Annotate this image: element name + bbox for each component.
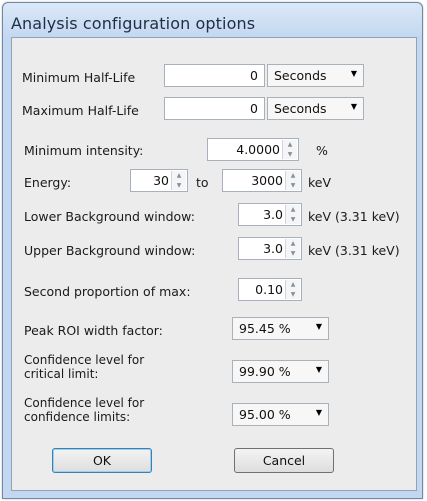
- spinner-arrows[interactable]: ▲ ▼: [285, 239, 300, 258]
- window-title: Analysis configuration options: [11, 14, 256, 33]
- chevron-down-icon: ▼: [350, 102, 357, 111]
- chevron-down-icon: ▼: [315, 322, 322, 331]
- energy-to-spinner[interactable]: 3000 ▲ ▼: [222, 169, 302, 192]
- min-intensity-spinner[interactable]: 4.0000 ▲ ▼: [207, 138, 299, 161]
- min-intensity-value: 4.0000: [236, 142, 280, 157]
- min-half-life-unit-select[interactable]: Seconds ▼: [267, 64, 364, 87]
- down-arrow-icon[interactable]: ▼: [286, 181, 300, 191]
- peak-roi-select[interactable]: 95.45 % ▼: [232, 317, 329, 340]
- chevron-down-icon: ▼: [315, 365, 322, 374]
- cancel-button[interactable]: Cancel: [234, 448, 334, 473]
- up-arrow-icon[interactable]: ▲: [286, 239, 300, 249]
- up-arrow-icon[interactable]: ▲: [286, 205, 300, 215]
- title-bar[interactable]: Analysis configuration options: [3, 3, 422, 37]
- conf-limits-select[interactable]: 95.00 % ▼: [232, 403, 329, 426]
- peak-roi-label: Peak ROI width factor:: [24, 323, 163, 338]
- lower-bg-unit: keV (3.31 keV): [308, 209, 400, 224]
- up-arrow-icon[interactable]: ▲: [172, 171, 186, 181]
- ok-button[interactable]: OK: [52, 448, 152, 473]
- upper-bg-value: 3.0: [263, 241, 283, 256]
- lower-bg-label: Lower Background window:: [24, 209, 195, 224]
- chevron-down-icon: ▼: [350, 69, 357, 78]
- up-arrow-icon[interactable]: ▲: [286, 280, 300, 290]
- upper-bg-label: Upper Background window:: [24, 243, 196, 258]
- second-prop-spinner[interactable]: 0.10 ▲ ▼: [238, 278, 302, 301]
- peak-roi-value: 95.45 %: [239, 321, 291, 336]
- conf-limits-label: Confidence level for confidence limits:: [24, 396, 145, 424]
- spinner-arrows[interactable]: ▲ ▼: [285, 205, 300, 224]
- conf-limits-value: 95.00 %: [239, 407, 291, 422]
- conf-critical-value: 99.90 %: [239, 364, 291, 379]
- second-prop-value: 0.10: [255, 282, 283, 297]
- conf-critical-select[interactable]: 99.90 % ▼: [232, 360, 329, 383]
- upper-bg-spinner[interactable]: 3.0 ▲ ▼: [238, 237, 302, 260]
- up-arrow-icon[interactable]: ▲: [283, 140, 297, 150]
- energy-unit: keV: [308, 175, 332, 190]
- min-half-life-input[interactable]: 0: [164, 64, 265, 87]
- down-arrow-icon[interactable]: ▼: [286, 215, 300, 225]
- up-arrow-icon[interactable]: ▲: [286, 171, 300, 181]
- energy-from-value: 30: [153, 173, 169, 188]
- second-prop-label: Second proportion of max:: [24, 284, 191, 299]
- max-half-life-unit-select[interactable]: Seconds ▼: [267, 97, 364, 120]
- lower-bg-value: 3.0: [263, 207, 283, 222]
- energy-to-label: to: [196, 175, 209, 190]
- spinner-arrows[interactable]: ▲ ▼: [171, 171, 186, 190]
- min-intensity-label: Minimum intensity:: [24, 143, 144, 158]
- down-arrow-icon[interactable]: ▼: [172, 181, 186, 191]
- chevron-down-icon: ▼: [315, 408, 322, 417]
- max-half-life-value: 0: [250, 101, 258, 116]
- down-arrow-icon[interactable]: ▼: [286, 290, 300, 300]
- dialog-window: Analysis configuration options Minimum H…: [2, 2, 423, 499]
- min-intensity-unit: %: [316, 143, 328, 158]
- spinner-arrows[interactable]: ▲ ▼: [282, 140, 297, 159]
- dialog-content: Minimum Half-Life 0 Seconds ▼ Maximum Ha…: [11, 37, 417, 491]
- min-half-life-unit-value: Seconds: [274, 68, 327, 83]
- min-half-life-value: 0: [250, 68, 258, 83]
- energy-to-value: 3000: [251, 173, 283, 188]
- down-arrow-icon[interactable]: ▼: [286, 249, 300, 259]
- conf-critical-label: Confidence level for critical limit:: [24, 353, 145, 381]
- upper-bg-unit: keV (3.31 keV): [308, 243, 400, 258]
- energy-from-spinner[interactable]: 30 ▲ ▼: [130, 169, 188, 192]
- max-half-life-unit-value: Seconds: [274, 101, 327, 116]
- min-half-life-label: Minimum Half-Life: [22, 70, 136, 85]
- spinner-arrows[interactable]: ▲ ▼: [285, 280, 300, 299]
- max-half-life-input[interactable]: 0: [164, 97, 265, 120]
- lower-bg-spinner[interactable]: 3.0 ▲ ▼: [238, 203, 302, 226]
- max-half-life-label: Maximum Half-Life: [22, 103, 139, 118]
- spinner-arrows[interactable]: ▲ ▼: [285, 171, 300, 190]
- energy-label: Energy:: [24, 175, 72, 190]
- down-arrow-icon[interactable]: ▼: [283, 150, 297, 160]
